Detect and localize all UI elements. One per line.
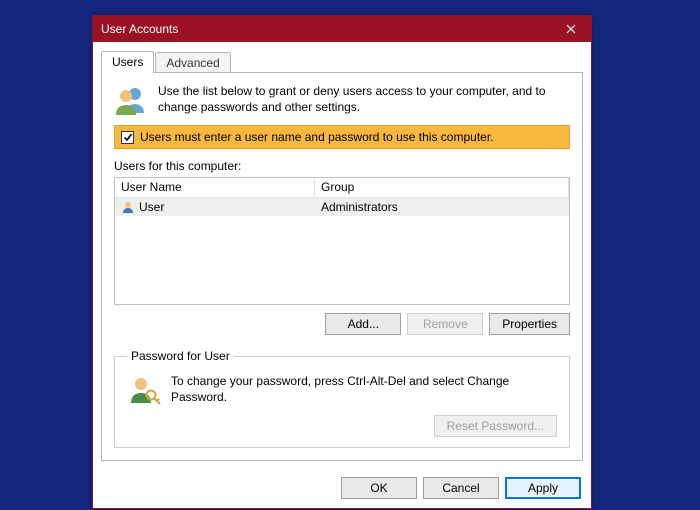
- user-buttons-row: Add... Remove Properties: [114, 313, 570, 335]
- cancel-button[interactable]: Cancel: [423, 477, 499, 499]
- intro-text: Use the list below to grant or deny user…: [158, 83, 570, 117]
- intro-row: Use the list below to grant or deny user…: [114, 83, 570, 117]
- require-login-label: Users must enter a user name and passwor…: [140, 130, 494, 144]
- password-group-legend: Password for User: [127, 349, 234, 363]
- close-button[interactable]: [551, 16, 591, 42]
- users-icon: [114, 83, 148, 117]
- dialog-buttons: OK Cancel Apply: [93, 469, 591, 509]
- apply-button[interactable]: Apply: [505, 477, 581, 499]
- column-username[interactable]: User Name: [115, 178, 315, 197]
- password-instruction: To change your password, press Ctrl-Alt-…: [171, 373, 557, 405]
- users-list-caption: Users for this computer:: [114, 159, 570, 173]
- reset-password-button: Reset Password...: [434, 415, 557, 437]
- require-login-checkbox[interactable]: [121, 131, 134, 144]
- require-login-row: Users must enter a user name and passwor…: [114, 125, 570, 149]
- close-icon: [566, 24, 576, 34]
- column-group[interactable]: Group: [315, 178, 569, 197]
- remove-button: Remove: [407, 313, 483, 335]
- properties-button[interactable]: Properties: [489, 313, 570, 335]
- cell-username-text: User: [139, 200, 164, 214]
- password-button-row: Reset Password...: [127, 415, 557, 437]
- list-item[interactable]: User Administrators: [115, 198, 569, 216]
- check-icon: [123, 132, 133, 142]
- password-group: Password for User To change your passwor…: [114, 349, 570, 448]
- ok-button[interactable]: OK: [341, 477, 417, 499]
- tabstrip: Users Advanced: [101, 50, 583, 72]
- user-icon: [121, 200, 135, 214]
- tab-advanced[interactable]: Advanced: [155, 52, 230, 74]
- cell-username: User: [115, 199, 315, 215]
- users-list[interactable]: User Name Group User Administrators: [114, 177, 570, 305]
- tab-users[interactable]: Users: [101, 51, 154, 73]
- add-button[interactable]: Add...: [325, 313, 401, 335]
- cell-group: Administrators: [315, 199, 569, 215]
- password-row: To change your password, press Ctrl-Alt-…: [127, 373, 557, 407]
- key-user-icon: [127, 373, 161, 407]
- titlebar[interactable]: User Accounts: [93, 16, 591, 42]
- users-list-header: User Name Group: [115, 178, 569, 198]
- tab-users-page: Use the list below to grant or deny user…: [101, 72, 583, 461]
- client-area: Users Advanced Use the list below to gra…: [93, 42, 591, 469]
- window-title: User Accounts: [101, 22, 551, 36]
- user-accounts-window: User Accounts Users Advanced: [92, 15, 592, 509]
